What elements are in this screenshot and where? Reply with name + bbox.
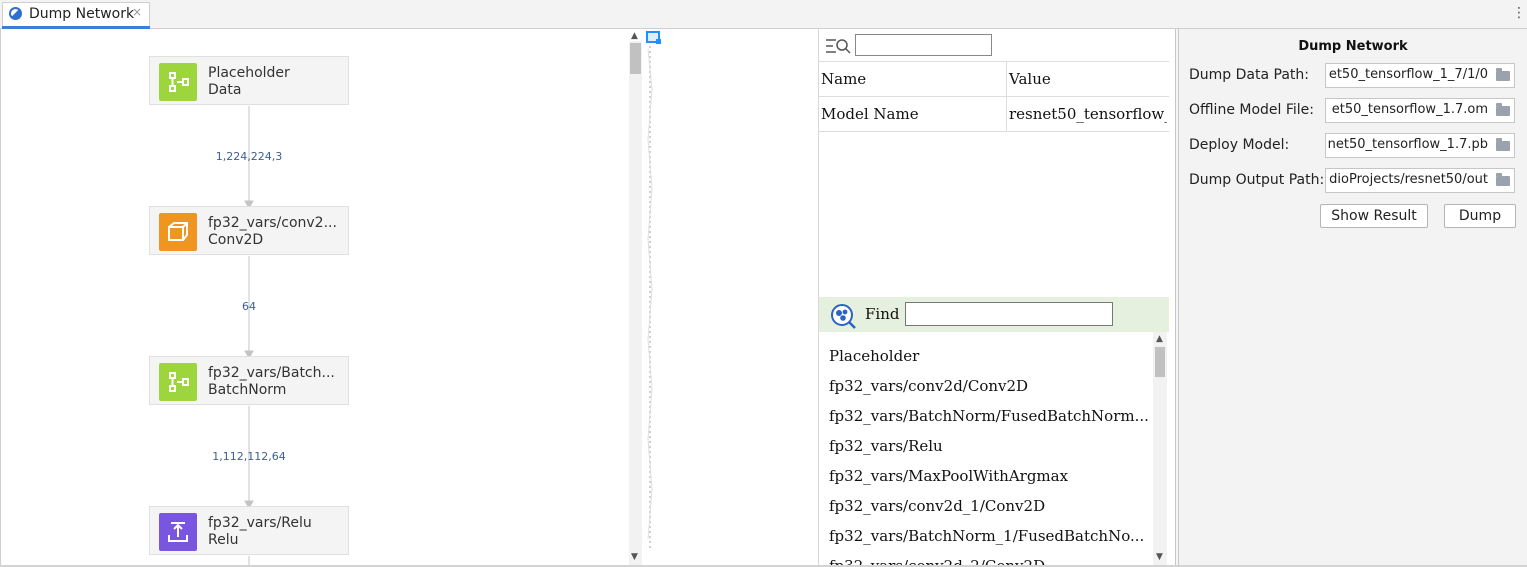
find-results-list[interactable]: Placeholder fp32_vars/conv2d/Conv2D fp32…: [819, 332, 1153, 565]
node-type: BatchNorm: [208, 382, 287, 398]
graph-node-conv2d[interactable]: fp32_vars/conv2... Conv2D: [149, 206, 349, 255]
conv-node-icon: [159, 213, 197, 251]
dump-panel-title: Dump Network: [1298, 39, 1408, 54]
node-title: fp32_vars/conv2...: [208, 215, 337, 231]
node-type: Conv2D: [208, 232, 264, 248]
deploy-model-field[interactable]: net50_tensorflow_1.7.pb: [1325, 133, 1515, 158]
deploy-model-label: Deploy Model:: [1189, 137, 1290, 153]
dump-output-path-field[interactable]: dioProjects/resnet50/out: [1325, 168, 1515, 193]
graph-node-relu[interactable]: fp32_vars/Relu Relu: [149, 506, 349, 555]
graph-scrollbar-thumb[interactable]: [630, 43, 641, 74]
dump-data-path-label: Dump Data Path:: [1189, 67, 1309, 83]
offline-model-file-value: et50_tensorflow_1.7.om: [1331, 102, 1488, 117]
property-name-cell: Model Name: [821, 105, 919, 123]
offline-model-file-label: Offline Model File:: [1189, 102, 1315, 118]
edge-shape-label: 1,112,112,64: [212, 450, 286, 463]
show-result-button[interactable]: Show Result: [1320, 204, 1428, 228]
node-type: Relu: [208, 532, 239, 548]
list-item[interactable]: fp32_vars/conv2d_1/Conv2D: [829, 497, 1045, 515]
minimap-resize-handle[interactable]: [656, 39, 661, 44]
properties-panel: [819, 29, 1169, 297]
data-node-icon: [159, 63, 197, 101]
tab-label: Dump Network: [29, 6, 135, 22]
node-title: Placeholder: [208, 65, 290, 81]
list-item[interactable]: fp32_vars/BatchNorm_1/FusedBatchNo...: [829, 527, 1144, 545]
dump-output-path-label: Dump Output Path:: [1189, 172, 1325, 188]
list-item[interactable]: Placeholder: [829, 347, 919, 365]
node-type: Data: [208, 82, 242, 98]
dump-data-path-value: et50_tensorflow_1_7/1/0: [1328, 67, 1488, 82]
offline-model-file-field[interactable]: et50_tensorflow_1.7.om: [1325, 98, 1515, 123]
folder-browse-icon[interactable]: [1496, 138, 1510, 151]
graph-minimap[interactable]: [642, 29, 819, 565]
property-value-cell: resnet50_tensorflow_1.7: [1009, 105, 1167, 123]
list-item[interactable]: fp32_vars/BatchNorm/FusedBatchNorm...: [829, 407, 1149, 425]
graph-node-placeholder[interactable]: Placeholder Data: [149, 56, 349, 105]
dump-output-path-value: dioProjects/resnet50/out: [1329, 172, 1488, 187]
divider: [819, 131, 1169, 132]
node-title: fp32_vars/Batch...: [208, 365, 335, 381]
filter-search-icon[interactable]: [825, 36, 851, 60]
graph-edges: [244, 106, 254, 565]
column-header-name[interactable]: Name: [821, 62, 866, 96]
tab-bar: [0, 0, 1527, 29]
tab-close-icon[interactable]: ×: [132, 5, 142, 19]
view-menu-icon[interactable]: ⋮: [1512, 5, 1526, 21]
dump-button[interactable]: Dump: [1444, 204, 1516, 228]
list-item[interactable]: fp32_vars/MaxPoolWithArgmax: [829, 467, 1068, 485]
node-title: fp32_vars/Relu: [208, 515, 312, 531]
properties-search-input[interactable]: [855, 34, 992, 56]
scroll-up-arrow-icon[interactable]: ▲: [631, 31, 638, 41]
list-item[interactable]: fp32_vars/conv2d_2/Conv2D: [829, 557, 1045, 565]
folder-browse-icon[interactable]: [1496, 68, 1510, 81]
graph-scrollbar[interactable]: [629, 41, 642, 565]
list-item[interactable]: fp32_vars/conv2d/Conv2D: [829, 377, 1028, 395]
graph-canvas[interactable]: Placeholder Data fp32_vars/conv2... Conv…: [0, 29, 642, 565]
scroll-up-arrow-icon[interactable]: ▲: [1156, 334, 1163, 344]
scroll-down-arrow-icon[interactable]: ▼: [631, 552, 638, 562]
dump-data-path-field[interactable]: et50_tensorflow_1_7/1/0: [1325, 63, 1515, 88]
find-label: Find: [865, 305, 900, 323]
list-item[interactable]: fp32_vars/Relu: [829, 437, 943, 455]
graph-node-batchnorm[interactable]: fp32_vars/Batch... BatchNorm: [149, 356, 349, 405]
edge-shape-label: 1,224,224,3: [215, 150, 283, 163]
find-input[interactable]: [905, 302, 1113, 326]
folder-browse-icon[interactable]: [1496, 103, 1510, 116]
scroll-down-arrow-icon[interactable]: ▼: [1156, 552, 1163, 562]
relu-node-icon: [159, 513, 197, 551]
find-icon: [830, 303, 856, 333]
minimap-graph: [647, 41, 653, 551]
find-list-scrollbar-thumb[interactable]: [1155, 347, 1165, 377]
deploy-model-value: net50_tensorflow_1.7.pb: [1327, 137, 1488, 152]
folder-browse-icon[interactable]: [1496, 173, 1510, 186]
divider: [819, 61, 1169, 62]
column-header-value[interactable]: Value: [1009, 62, 1051, 96]
batchnorm-node-icon: [159, 363, 197, 401]
edge-shape-label: 64: [242, 300, 256, 313]
dump-network-tab-icon: [9, 7, 22, 20]
